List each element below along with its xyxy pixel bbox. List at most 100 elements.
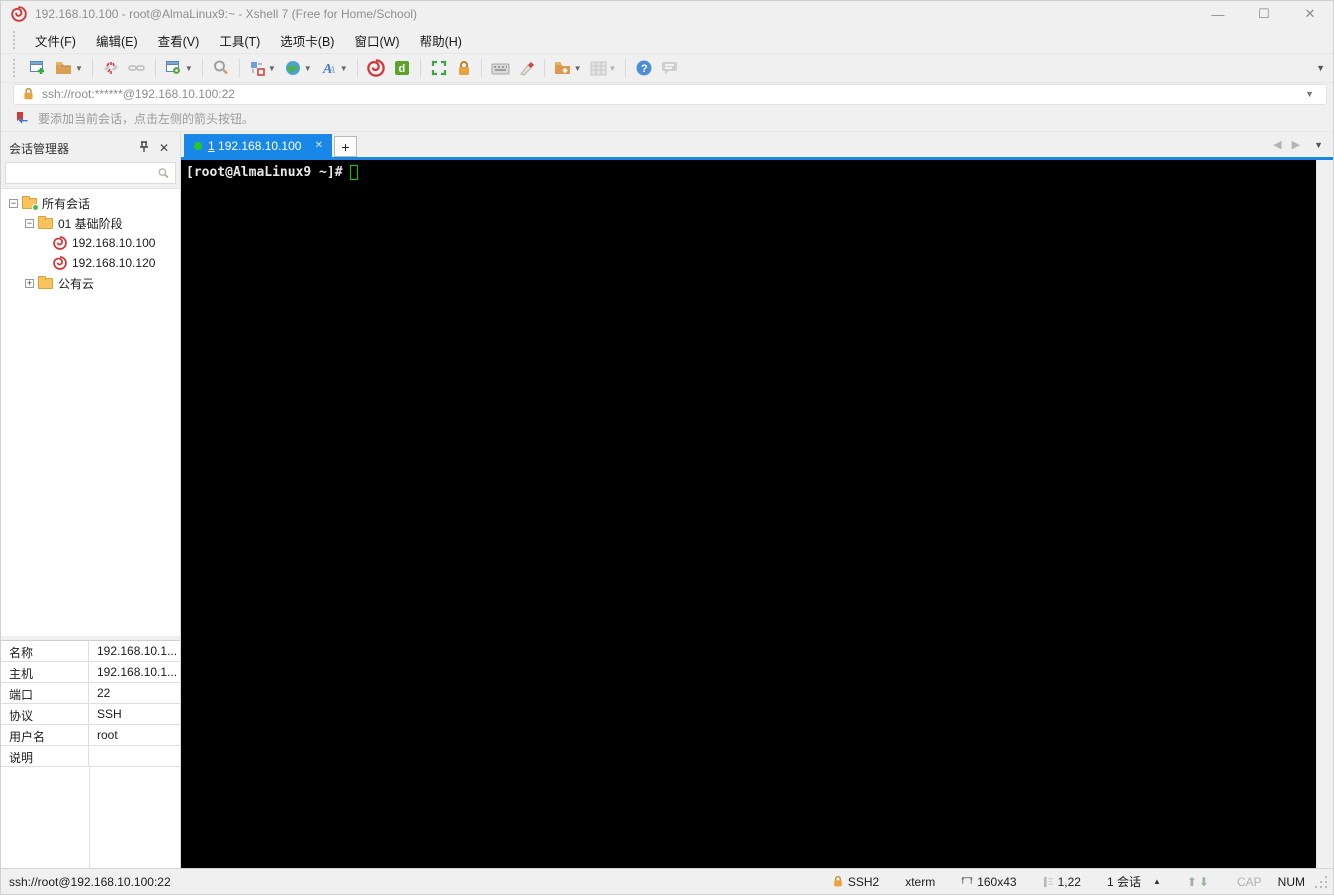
toolbar-overflow-caret[interactable]: ▼ (1316, 63, 1325, 73)
property-label: 说明 (1, 746, 89, 766)
menu-help[interactable]: 帮助(H) (410, 27, 472, 54)
address-url: ssh://root:******@192.168.10.100:22 (42, 87, 235, 101)
collapse-icon[interactable]: − (25, 218, 34, 228)
open-session-button[interactable]: ▼ (52, 57, 86, 79)
tree-item-public-cloud-folder[interactable]: + 公有云 (1, 273, 180, 293)
chat-bubble-icon (662, 62, 678, 75)
terminal-cursor (349, 165, 358, 180)
property-column-divider (89, 767, 90, 868)
property-row-port: 端口 22 (1, 683, 180, 704)
tab-session-active[interactable]: 1 192.168.10.100 ✕ (184, 134, 332, 157)
xftp-button[interactable]: d (390, 57, 414, 79)
expand-icon[interactable]: + (25, 278, 34, 288)
matrix-button[interactable]: ▼ (587, 57, 620, 79)
xshell-icon (366, 59, 385, 77)
disconnect-button[interactable] (99, 57, 123, 79)
grid-icon (590, 61, 607, 75)
tree-item-stage01-folder[interactable]: − 01 基础阶段 (1, 213, 180, 233)
menu-bar: 文件(F) 编辑(E) 查看(V) 工具(T) 选项卡(B) 窗口(W) 帮助(… (1, 27, 1333, 54)
menu-edit[interactable]: 编辑(E) (86, 27, 148, 54)
pin-icon[interactable] (134, 140, 154, 156)
folder-icon (38, 275, 53, 289)
folder-icon (38, 215, 53, 229)
property-row-protocol: 协议 SSH (1, 704, 180, 725)
highlight-button[interactable] (515, 57, 538, 79)
close-button[interactable]: ✕ (1287, 1, 1333, 27)
new-session-button[interactable] (26, 57, 50, 79)
feedback-button[interactable] (658, 57, 682, 79)
status-lock-icon (834, 875, 842, 887)
toolbar: ▼ ▼ ▼ ▼ A A ▼ d ▼ ▼ ? ▼ (1, 54, 1333, 83)
find-button[interactable] (209, 57, 233, 79)
tab-scroll-left-icon[interactable]: ◀ (1273, 138, 1281, 151)
tab-scroll-right-icon[interactable]: ▶ (1292, 138, 1300, 151)
layout-button[interactable]: ▼ (246, 57, 279, 79)
font-button[interactable]: A A ▼ (317, 57, 351, 79)
tab-close-icon[interactable]: ✕ (312, 140, 326, 151)
maximize-button[interactable]: ☐ (1241, 1, 1287, 27)
resize-grip[interactable] (1315, 875, 1327, 888)
property-label: 主机 (1, 662, 89, 682)
search-icon (213, 60, 228, 75)
status-terminal-type[interactable]: xterm (905, 875, 935, 889)
reconnect-icon (128, 65, 145, 71)
status-protocol: SSH2 (832, 875, 879, 889)
collapse-icon[interactable]: − (9, 198, 18, 208)
toolbar-grip2 (13, 59, 17, 77)
reconnect-button[interactable] (125, 57, 149, 79)
keyboard-icon (491, 63, 510, 74)
menu-tools[interactable]: 工具(T) (209, 27, 270, 54)
terminal-area[interactable]: [root@AlmaLinux9 ~]# (181, 160, 1316, 868)
address-bar[interactable]: ssh://root:******@192.168.10.100:22 ▼ (13, 83, 1327, 105)
status-session-count[interactable]: 1 会话 ▲ (1107, 873, 1161, 890)
new-folder-button[interactable]: ▼ (551, 57, 585, 79)
virtual-keyboard-button[interactable] (488, 57, 513, 79)
menu-view[interactable]: 查看(V) (148, 27, 210, 54)
menu-tab[interactable]: 选项卡(B) (270, 27, 344, 54)
fullscreen-button[interactable] (427, 57, 451, 79)
resize-icon (961, 876, 973, 884)
property-value: 192.168.10.1... (97, 665, 178, 679)
terminal-prompt-line: [root@AlmaLinux9 ~]# (186, 165, 1316, 180)
lock-screen-button[interactable] (453, 57, 475, 79)
status-connection-url: ssh://root@192.168.10.100:22 (9, 874, 171, 889)
session-search-icon (158, 167, 169, 178)
tree-label: 192.168.10.120 (72, 256, 156, 270)
session-properties-button[interactable]: ▼ (162, 57, 196, 79)
property-label: 名称 (1, 641, 89, 661)
status-caps-lock: CAP (1236, 874, 1262, 889)
address-dropdown-caret[interactable]: ▼ (1305, 89, 1318, 99)
tree-item-session-100[interactable]: 192.168.10.100 (1, 233, 180, 253)
session-manager-header: 会话管理器 ✕ (1, 135, 180, 161)
xshell-button[interactable] (364, 57, 388, 79)
xshell-logo-icon (11, 6, 27, 22)
add-session-hint-icon (17, 111, 28, 124)
layout-icon (250, 61, 265, 76)
status-updown-arrows[interactable]: ⬆⬇ (1187, 875, 1211, 889)
globe-icon (285, 61, 300, 75)
fullscreen-icon (431, 60, 446, 76)
session-count-dropdown-icon[interactable]: ▲ (1153, 877, 1161, 886)
tree-item-all-sessions[interactable]: − 所有会话 (1, 193, 180, 213)
xshell-window: 192.168.10.100 - root@AlmaLinux9:~ - Xsh… (0, 0, 1334, 895)
info-bar: 要添加当前会话，点击左侧的箭头按钮。 (1, 105, 1333, 132)
menu-window[interactable]: 窗口(W) (344, 27, 409, 54)
minimize-button[interactable]: — (1195, 1, 1241, 27)
tab-label: 1 192.168.10.100 (208, 138, 302, 153)
property-row-description: 说明 (1, 746, 180, 767)
session-search-input[interactable] (5, 162, 176, 184)
new-tab-button[interactable]: + (334, 136, 357, 157)
property-value: SSH (97, 707, 122, 721)
tree-item-session-120[interactable]: 192.168.10.120 (1, 253, 180, 273)
address-bar-row: ssh://root:******@192.168.10.100:22 ▼ (1, 83, 1333, 105)
svg-text:?: ? (641, 63, 648, 75)
web-button[interactable]: ▼ (281, 57, 315, 79)
tab-list-dropdown-icon[interactable]: ▼ (1314, 140, 1323, 150)
help-button[interactable]: ? (632, 57, 656, 79)
property-label: 协议 (1, 704, 89, 724)
open-folder-icon (56, 62, 71, 74)
panel-close-icon[interactable]: ✕ (154, 141, 174, 155)
tree-label: 192.168.10.100 (72, 236, 156, 250)
terminal-scrollbar[interactable] (1316, 160, 1333, 868)
menu-file[interactable]: 文件(F) (25, 27, 86, 54)
